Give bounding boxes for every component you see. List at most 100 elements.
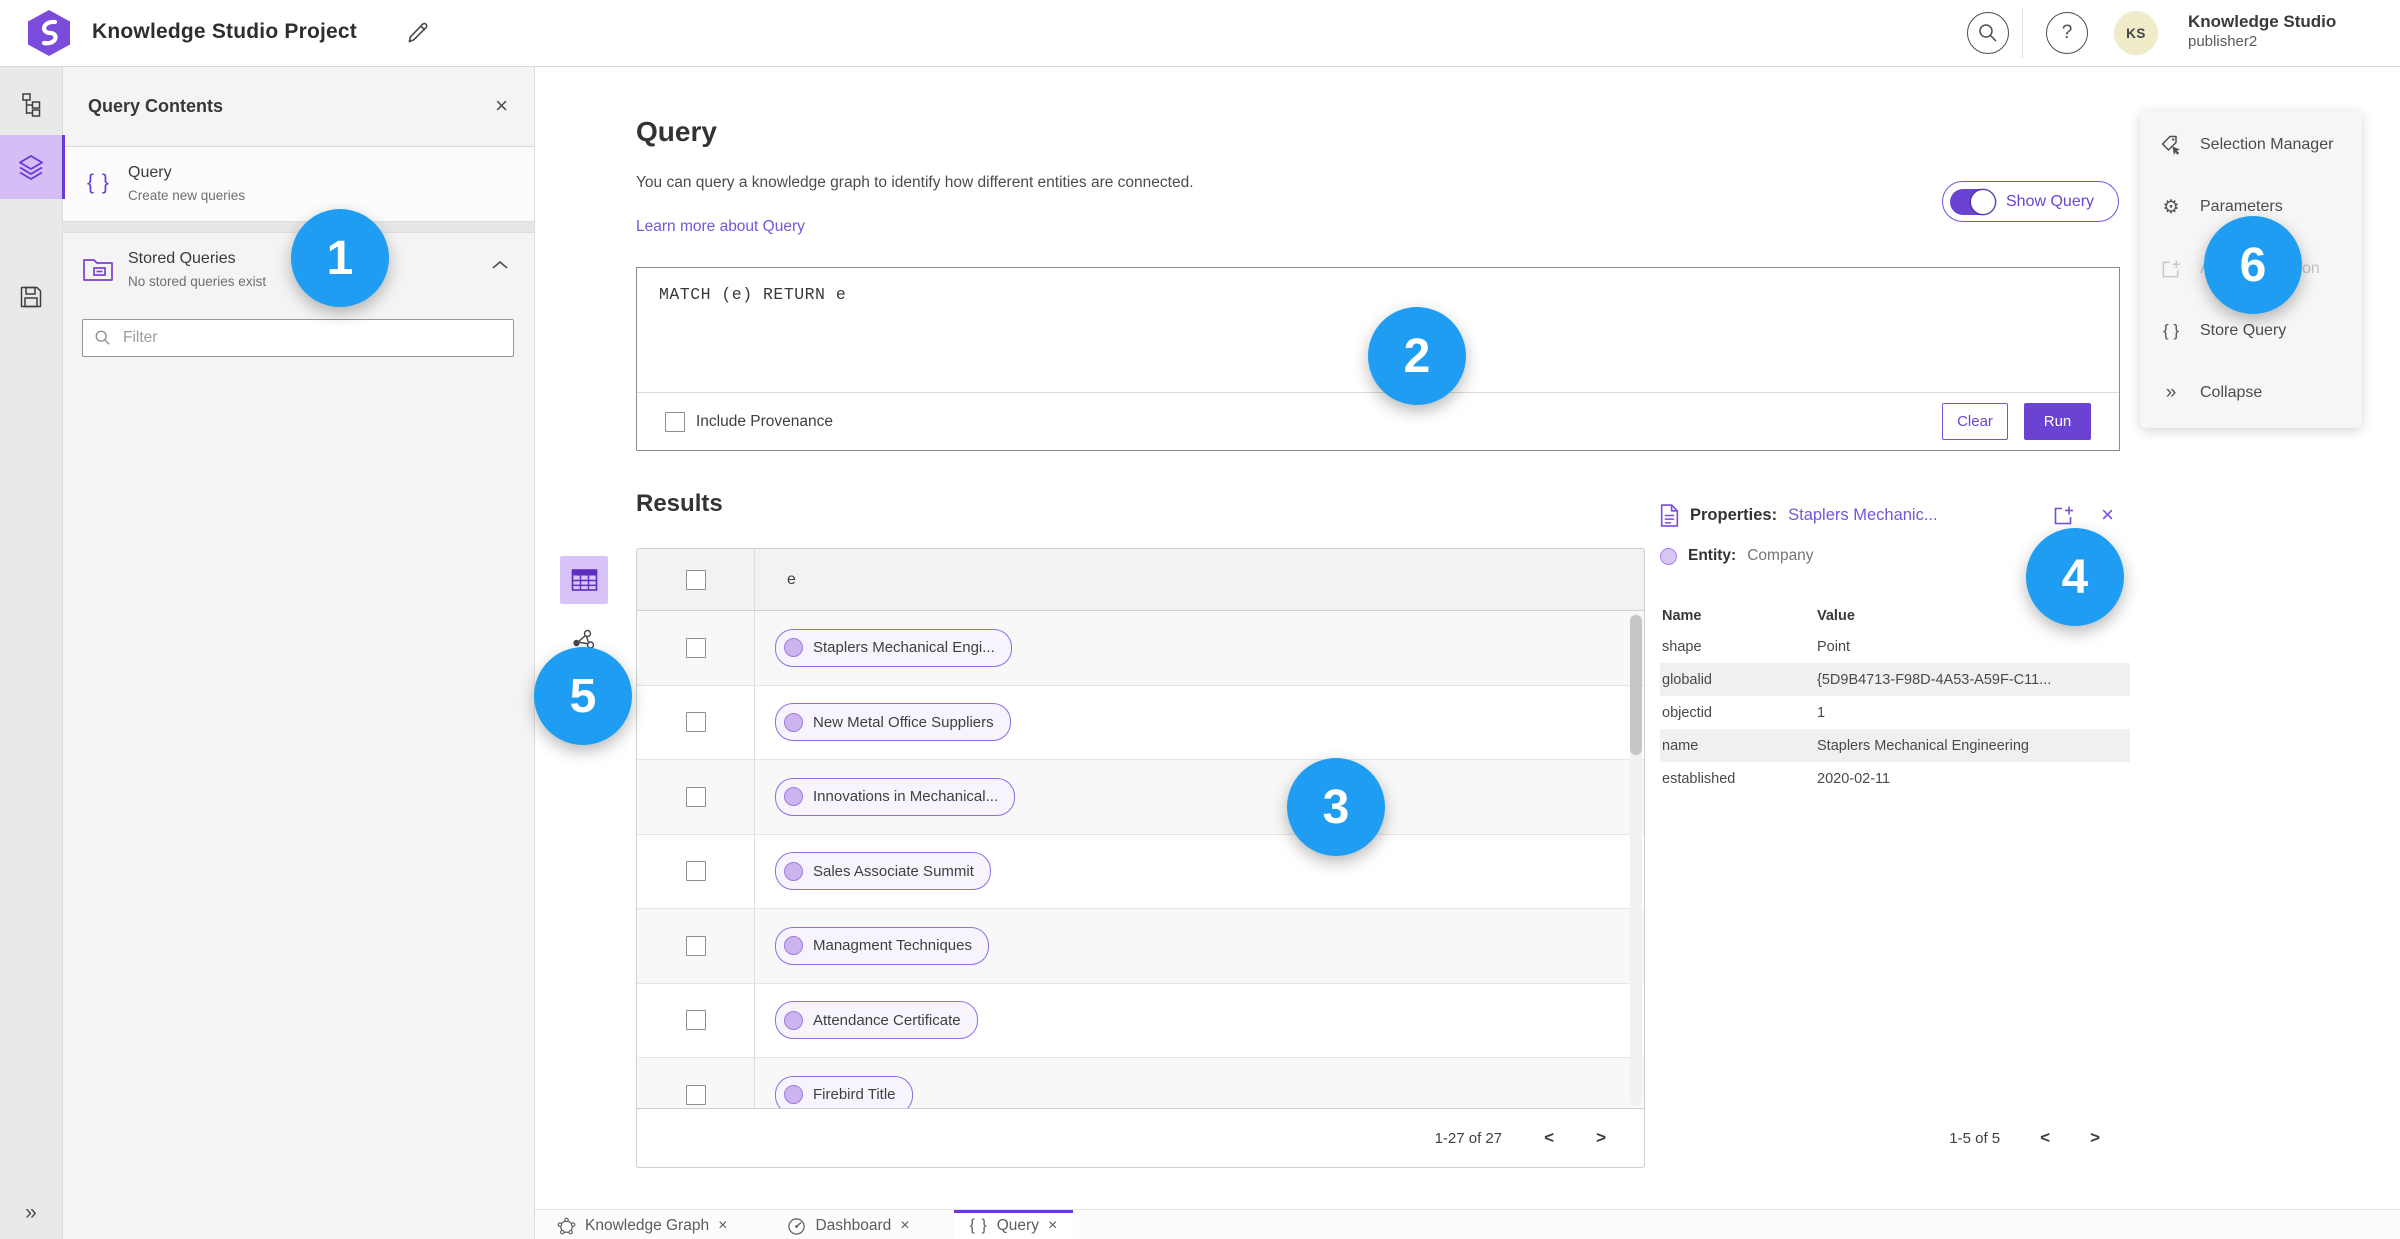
stored-queries-folder-icon bbox=[82, 255, 114, 283]
menu-item-selection-manager[interactable]: Selection Manager bbox=[2140, 114, 2362, 176]
bottom-tab-bar: Knowledge Graph × Dashboard × { } Query … bbox=[535, 1209, 2400, 1239]
select-all-checkbox[interactable] bbox=[685, 569, 706, 590]
properties-page-range: 1-5 of 5 bbox=[1949, 1129, 2001, 1147]
row-checkbox[interactable] bbox=[685, 786, 706, 807]
show-query-toggle[interactable]: Show Query bbox=[1942, 181, 2119, 222]
help-icon: ? bbox=[2061, 22, 2073, 43]
table-row[interactable]: Staplers Mechanical Engi... bbox=[637, 611, 1644, 686]
entity-pill-label: Innovations in Mechanical... bbox=[813, 788, 999, 806]
callout-badge-1: 1 bbox=[291, 209, 389, 307]
properties-document-icon bbox=[1660, 503, 1679, 527]
tab-dashboard[interactable]: Dashboard × bbox=[771, 1210, 925, 1239]
entity-pill-label: New Metal Office Suppliers bbox=[813, 713, 994, 731]
properties-next-page-icon[interactable]: > bbox=[2090, 1128, 2100, 1148]
entity-pill[interactable]: Staplers Mechanical Engi... bbox=[775, 628, 1012, 667]
property-value: 2020-02-11 bbox=[1817, 770, 1891, 787]
tab-close-icon[interactable]: × bbox=[900, 1217, 909, 1235]
callout-badge-4: 4 bbox=[2026, 528, 2124, 626]
item-label: Query bbox=[128, 164, 172, 181]
entity-dot-icon bbox=[784, 787, 803, 807]
property-row: shape Point bbox=[1660, 630, 2130, 663]
results-next-page-icon[interactable]: > bbox=[1596, 1128, 1606, 1148]
user-info: Knowledge Studio publisher2 bbox=[2188, 12, 2336, 51]
tab-close-icon[interactable]: × bbox=[718, 1217, 727, 1235]
property-row: established 2020-02-11 bbox=[1660, 762, 2130, 795]
property-name: name bbox=[1662, 737, 1699, 754]
properties-prev-page-icon[interactable]: < bbox=[2040, 1128, 2050, 1148]
rail-item-layers-selected[interactable] bbox=[0, 135, 65, 199]
include-provenance-checkbox[interactable] bbox=[665, 411, 685, 432]
save-icon bbox=[20, 286, 42, 308]
run-button[interactable]: Run bbox=[2024, 403, 2091, 440]
property-row: name Staplers Mechanical Engineering bbox=[1660, 729, 2130, 762]
callout-badge-3: 3 bbox=[1287, 758, 1385, 856]
filter-input[interactable] bbox=[121, 328, 502, 348]
include-provenance-label: Include Provenance bbox=[696, 412, 834, 430]
table-row[interactable]: Managment Techniques bbox=[637, 909, 1644, 984]
entity-pill[interactable]: Firebird Title bbox=[775, 1075, 913, 1108]
learn-more-link[interactable]: Learn more about Query bbox=[636, 218, 805, 236]
table-row[interactable]: Sales Associate Summit bbox=[637, 834, 1644, 909]
app-logo-icon[interactable] bbox=[26, 9, 72, 57]
rail-expand-button[interactable]: » bbox=[0, 1193, 62, 1233]
entity-pill[interactable]: New Metal Office Suppliers bbox=[775, 703, 1011, 742]
properties-header: Properties: Staplers Mechanic... × bbox=[1660, 500, 2130, 530]
help-button[interactable]: ? bbox=[2046, 12, 2088, 54]
properties-close-icon[interactable]: × bbox=[2101, 504, 2114, 526]
results-table-header: e bbox=[637, 549, 1644, 611]
tab-close-icon[interactable]: × bbox=[1048, 1217, 1057, 1235]
entity-pill-label: Sales Associate Summit bbox=[813, 862, 974, 880]
properties-title-label: Properties: bbox=[1690, 505, 1778, 524]
knowledge-graph-icon bbox=[557, 1217, 576, 1234]
property-name: established bbox=[1662, 770, 1736, 787]
properties-entity-link[interactable]: Staplers Mechanic... bbox=[1788, 506, 1937, 525]
table-view-button[interactable] bbox=[560, 556, 608, 604]
query-description: You can query a knowledge graph to ident… bbox=[636, 174, 1194, 191]
row-checkbox[interactable] bbox=[685, 1010, 706, 1031]
double-chevron-right-icon: » bbox=[25, 1201, 37, 1224]
rail-item-schema[interactable] bbox=[0, 74, 62, 136]
clear-button[interactable]: Clear bbox=[1942, 403, 2008, 440]
table-row[interactable]: Attendance Certificate bbox=[637, 983, 1644, 1058]
row-checkbox[interactable] bbox=[685, 1084, 706, 1105]
row-checkbox[interactable] bbox=[685, 861, 706, 882]
entity-pill[interactable]: Innovations in Mechanical... bbox=[775, 777, 1016, 816]
sidebar-item-query[interactable]: { } Query Create new queries bbox=[62, 147, 534, 222]
table-row[interactable]: New Metal Office Suppliers bbox=[637, 685, 1644, 760]
panel-title: Query Contents bbox=[88, 95, 224, 116]
panel-header: Query Contents × bbox=[62, 66, 534, 147]
search-button[interactable] bbox=[1967, 12, 2009, 54]
table-row[interactable]: Firebird Title bbox=[637, 1058, 1644, 1108]
add-to-selection-icon[interactable] bbox=[2052, 504, 2075, 527]
edit-title-pencil-icon[interactable] bbox=[405, 20, 431, 46]
property-name: objectid bbox=[1662, 704, 1712, 721]
entity-dot-icon bbox=[784, 936, 803, 956]
table-icon bbox=[571, 569, 597, 591]
menu-item-collapse[interactable]: » Collapse bbox=[2140, 362, 2362, 424]
schema-icon bbox=[22, 93, 41, 117]
entity-pill[interactable]: Managment Techniques bbox=[775, 926, 989, 965]
results-prev-page-icon[interactable]: < bbox=[1544, 1128, 1554, 1148]
row-checkbox[interactable] bbox=[685, 637, 706, 658]
page-title: Knowledge Studio Project bbox=[92, 20, 357, 43]
search-icon bbox=[1979, 24, 1997, 42]
entity-pill[interactable]: Sales Associate Summit bbox=[775, 852, 991, 891]
rail-item-save[interactable] bbox=[0, 266, 62, 328]
results-scrollbar-track[interactable] bbox=[1630, 613, 1642, 1106]
entity-pill[interactable]: Attendance Certificate bbox=[775, 1001, 978, 1040]
results-scrollbar-thumb[interactable] bbox=[1630, 615, 1642, 755]
properties-actions: × bbox=[2052, 504, 2130, 527]
toggle-switch-on bbox=[1950, 188, 1996, 215]
panel-close-icon[interactable]: × bbox=[495, 95, 508, 117]
query-code-input[interactable]: MATCH (e) RETURN e bbox=[637, 268, 2119, 321]
braces-icon: { } bbox=[87, 171, 110, 194]
user-avatar[interactable]: KS bbox=[2114, 11, 2158, 55]
tab-knowledge-graph[interactable]: Knowledge Graph × bbox=[541, 1210, 743, 1239]
row-checkbox[interactable] bbox=[685, 712, 706, 733]
row-checkbox-cell bbox=[637, 685, 755, 759]
tab-query-active[interactable]: { } Query × bbox=[953, 1210, 1074, 1239]
results-rows-viewport: Staplers Mechanical Engi... New Metal Of… bbox=[637, 611, 1644, 1108]
row-checkbox[interactable] bbox=[685, 935, 706, 956]
chevron-up-icon[interactable] bbox=[490, 259, 510, 271]
table-row[interactable]: Innovations in Mechanical... bbox=[637, 760, 1644, 835]
